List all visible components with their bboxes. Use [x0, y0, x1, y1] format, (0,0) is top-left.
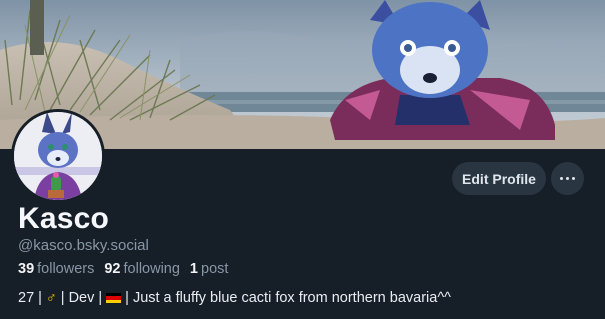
avatar[interactable] [11, 109, 105, 203]
display-name: Kasco [18, 202, 110, 235]
edit-profile-label: Edit Profile [462, 170, 536, 187]
followers-label: followers [37, 261, 95, 277]
following-link[interactable]: 92 following [104, 261, 180, 277]
following-label: following [123, 261, 180, 277]
profile-handle: @kasco.bsky.social [18, 237, 149, 254]
avatar-image [14, 112, 102, 200]
more-options-button[interactable] [551, 162, 584, 195]
posts-count: 1 [189, 261, 198, 277]
bio-age: 27 [18, 290, 35, 306]
posts-label: post [201, 261, 229, 277]
followers-link[interactable]: 39 followers [18, 261, 94, 277]
profile-bio: 27 | ♂ | Dev | | Just a fluffy blue cact… [18, 290, 451, 306]
profile-stats: 39 followers 92 following 1 post [18, 261, 228, 277]
ellipsis-icon [566, 177, 569, 180]
followers-count: 39 [18, 261, 35, 277]
posts-stat: 1 post [190, 261, 229, 277]
bio-role: Dev [68, 290, 95, 306]
ellipsis-icon [572, 177, 575, 180]
male-symbol-icon: ♂ [45, 290, 57, 306]
following-count: 92 [104, 261, 121, 277]
german-flag-icon [106, 292, 122, 304]
bio-separator: | [60, 290, 65, 306]
bio-text: Just a fluffy blue cacti fox from northe… [132, 290, 451, 306]
bio-separator: | [125, 290, 129, 306]
bio-separator: | [98, 290, 103, 306]
bio-separator: | [38, 290, 42, 306]
ellipsis-icon [560, 177, 563, 180]
edit-profile-button[interactable]: Edit Profile [452, 162, 546, 195]
